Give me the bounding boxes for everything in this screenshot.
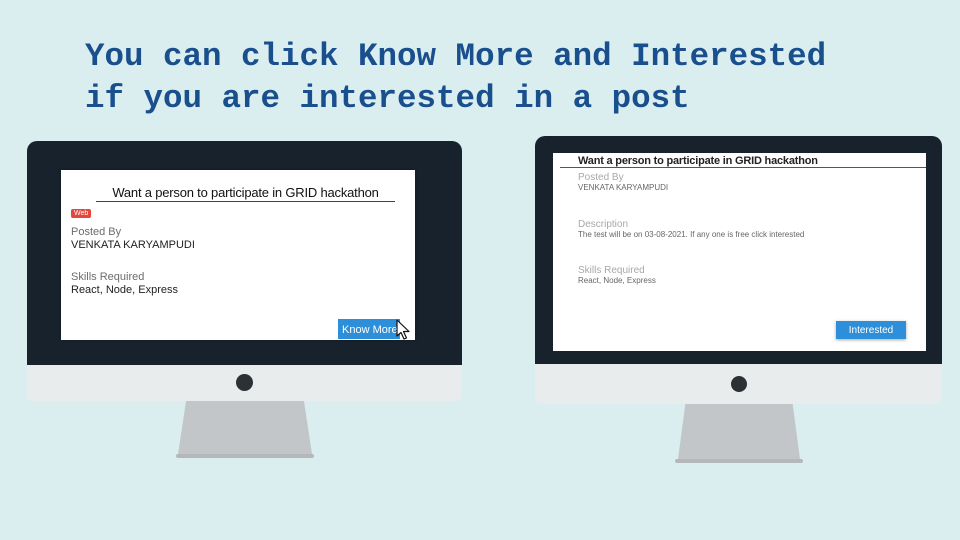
skills-label: Skills Required: [578, 265, 645, 276]
right-monitor-power-dot: [731, 376, 747, 392]
skills-value: React, Node, Express: [578, 276, 656, 285]
headline-line-1: You can click Know More and Interested: [85, 38, 827, 75]
headline: You can click Know More and Interested i…: [85, 36, 945, 120]
category-badge: Web: [71, 209, 92, 218]
description-label: Description: [578, 219, 629, 230]
know-more-button[interactable]: Know More: [338, 319, 400, 339]
right-post-detail: Want a person to participate in GRID hac…: [553, 153, 926, 351]
arrow-cursor-icon: [396, 319, 410, 340]
left-monitor-foot: [176, 454, 314, 458]
interested-button[interactable]: Interested: [836, 321, 906, 339]
right-monitor-foot: [675, 459, 803, 463]
posted-by-value: VENKATA KARYAMPUDI: [578, 183, 669, 192]
posted-by-label: Posted By: [71, 226, 122, 238]
post-title: Want a person to participate in GRID hac…: [560, 155, 926, 168]
left-monitor-stand: [178, 401, 312, 454]
post-title: Want a person to participate in GRID hac…: [96, 185, 395, 202]
left-monitor-power-dot: [236, 374, 253, 391]
right-monitor-stand: [678, 404, 800, 459]
left-post-card: Want a person to participate in GRID hac…: [61, 170, 415, 340]
skills-value: React, Node, Express: [71, 284, 178, 296]
posted-by-label: Posted By: [578, 172, 624, 183]
headline-line-2: if you are interested in a post: [85, 80, 690, 117]
skills-label: Skills Required: [71, 271, 145, 283]
posted-by-value: VENKATA KARYAMPUDI: [71, 239, 195, 251]
description-value: The test will be on 03-08-2021. If any o…: [578, 230, 805, 239]
